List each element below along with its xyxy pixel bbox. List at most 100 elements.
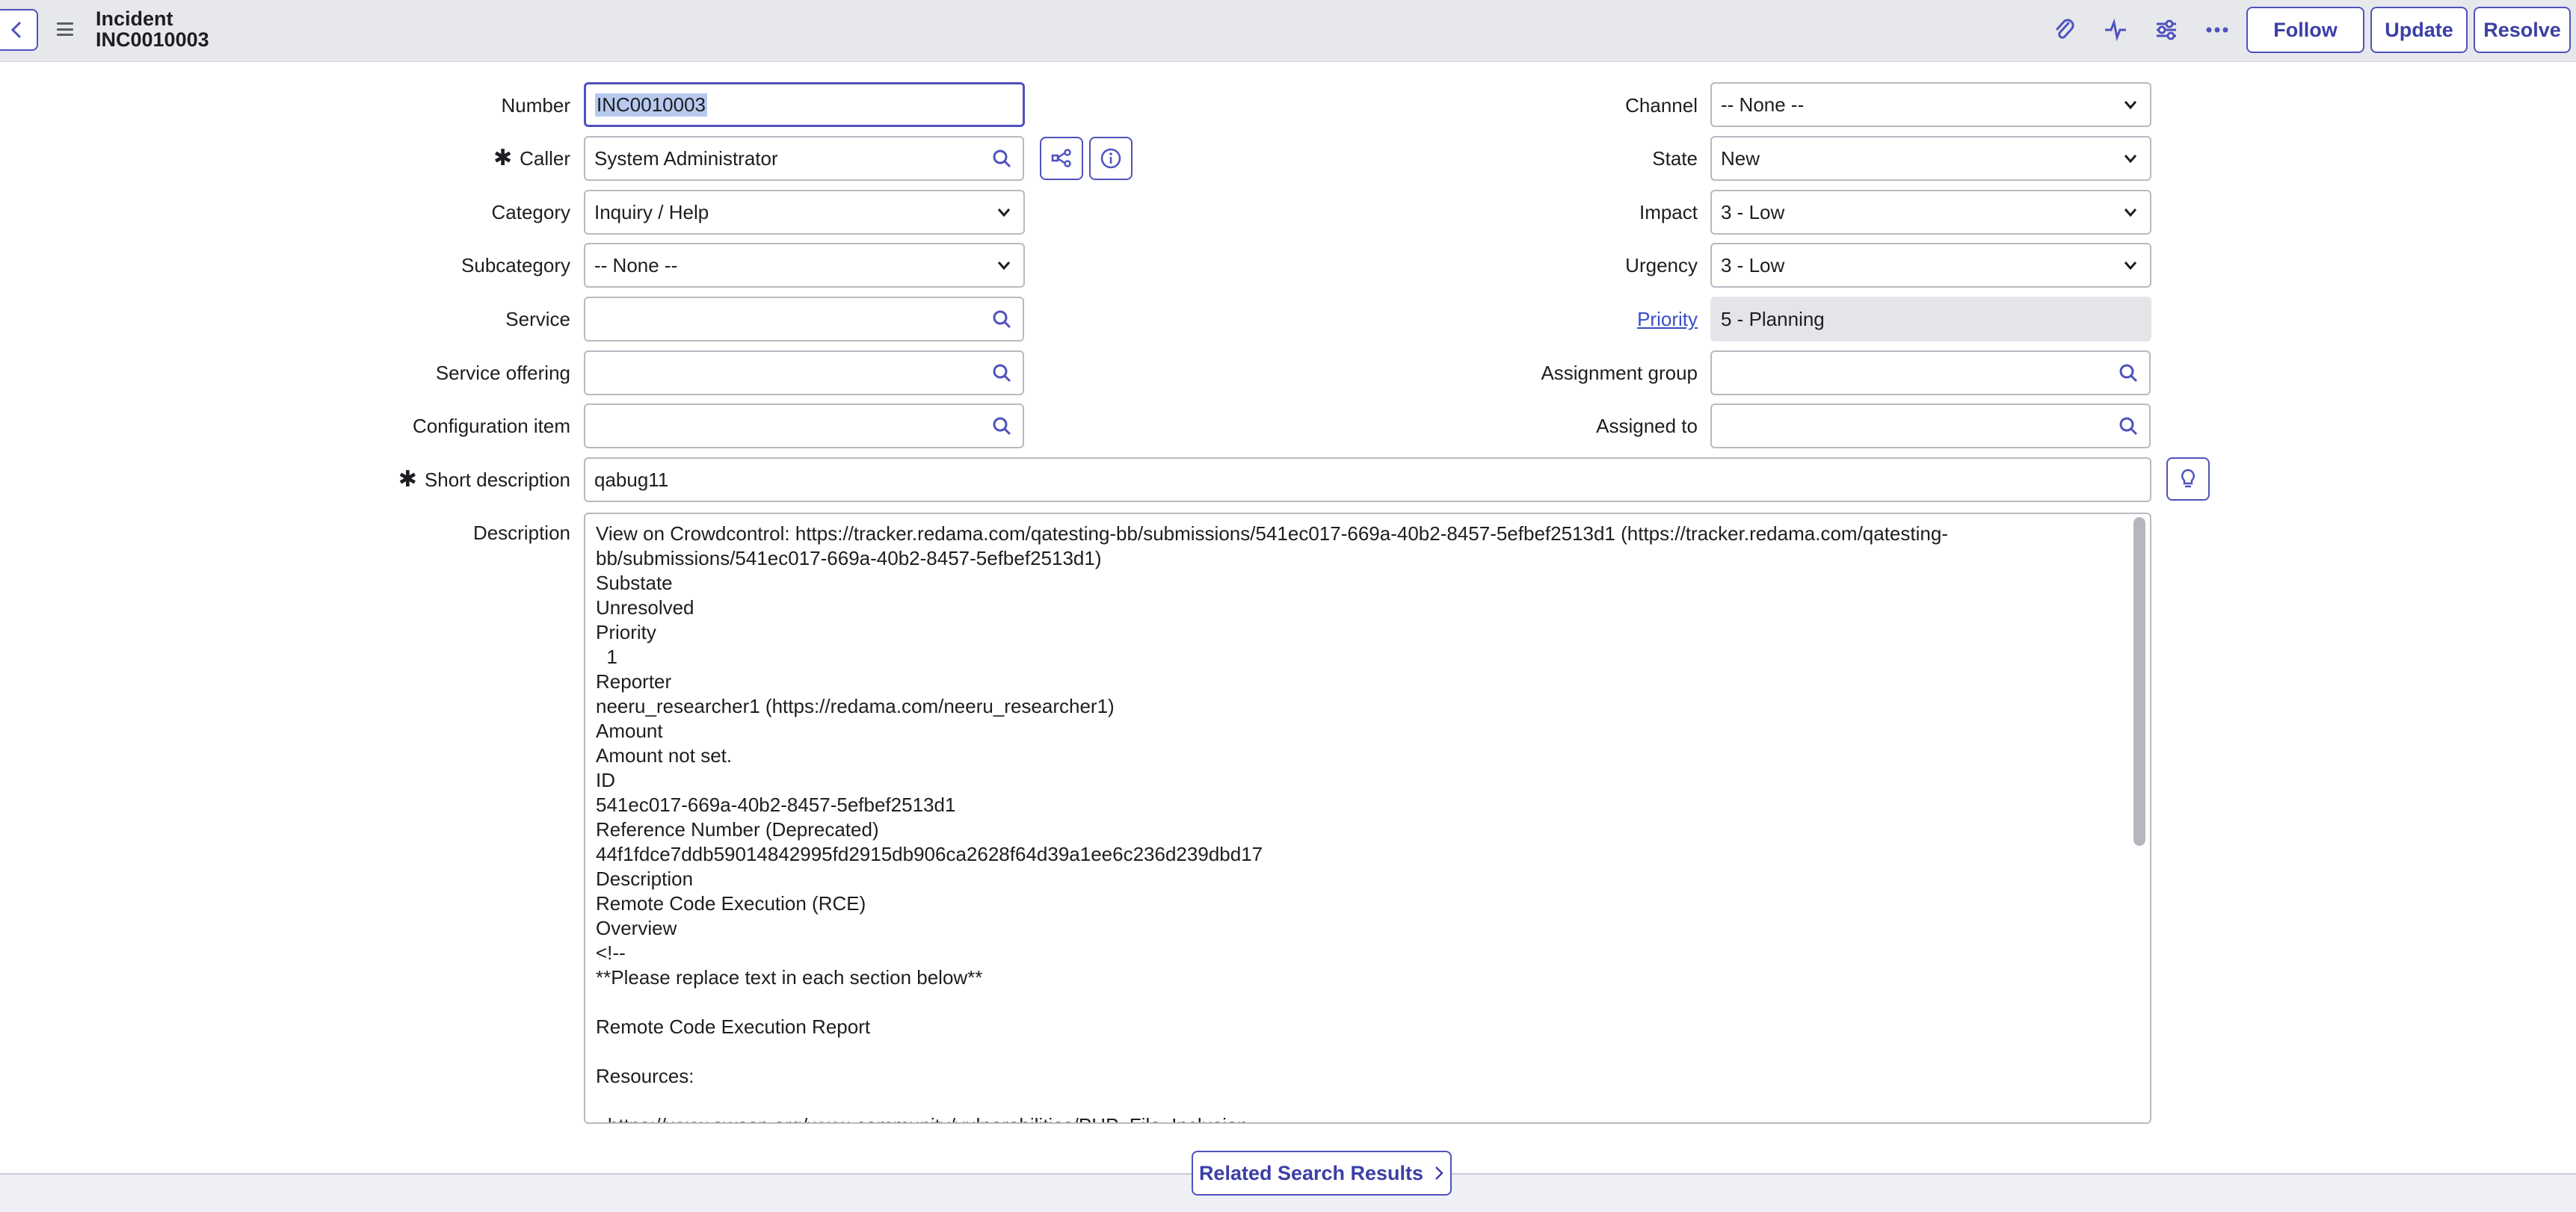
form-header: Incident INC0010003 Follow Update Resolv… xyxy=(0,0,2576,62)
chevron-down-icon xyxy=(2124,101,2137,110)
caller-label: ✱ Caller xyxy=(493,146,570,170)
impact-label: Impact xyxy=(1639,201,1698,223)
impact-select[interactable]: 3 - Low xyxy=(1710,190,2151,235)
assigned-to-lookup-button[interactable] xyxy=(2107,404,2151,448)
service-field[interactable] xyxy=(584,297,982,341)
description-line: bb/submissions/541ec017-669a-40b2-8457-5… xyxy=(596,547,1102,569)
impact-value: 3 - Low xyxy=(1721,200,1785,223)
required-mark-icon: ✱ xyxy=(493,146,513,170)
chevron-down-icon xyxy=(2124,155,2137,164)
description-line: Resources: xyxy=(596,1065,694,1087)
description-scrollbar[interactable] xyxy=(2133,517,2145,1121)
short-description-field[interactable]: qabug11 xyxy=(584,457,2151,502)
description-line: Overview xyxy=(596,917,677,939)
related-search-results-label: Related Search Results xyxy=(1198,1161,1424,1184)
assigned-to-label: Assigned to xyxy=(1596,415,1698,437)
suggestion-button[interactable] xyxy=(2166,457,2210,501)
caller-info-button[interactable] xyxy=(1089,137,1133,180)
description-line: 1 xyxy=(596,646,617,668)
description-label: Description xyxy=(472,522,570,544)
description-textarea[interactable]: View on Crowdcontrol: https://tracker.re… xyxy=(584,513,2151,1124)
activity-pulse-icon[interactable] xyxy=(2101,15,2130,45)
service-offering-field[interactable] xyxy=(584,350,982,395)
priority-link[interactable]: Priority xyxy=(1637,308,1698,330)
paperclip-icon[interactable] xyxy=(2050,15,2080,45)
state-value: New xyxy=(1721,146,1760,170)
more-ellipsis-icon[interactable] xyxy=(2202,15,2232,45)
configuration-item-label: Configuration item xyxy=(413,415,570,437)
chevron-left-icon xyxy=(10,21,21,39)
chevron-right-icon xyxy=(1435,1166,1443,1180)
description-line: 44f1fdce7ddb59014842995fd2915db906ca2628… xyxy=(596,843,1263,865)
assignment-group-field[interactable] xyxy=(1710,350,2109,395)
state-label: State xyxy=(1652,147,1698,170)
urgency-label: Urgency xyxy=(1625,254,1698,276)
scrollbar-thumb[interactable] xyxy=(2133,517,2145,846)
description-line: Remote Code Execution (RCE) xyxy=(596,892,866,915)
urgency-value: 3 - Low xyxy=(1721,253,1785,276)
description-line: Reporter xyxy=(596,670,672,693)
hamburger-menu-icon[interactable] xyxy=(57,22,73,36)
channel-value: -- None -- xyxy=(1721,93,1805,116)
record-number: INC0010003 xyxy=(96,28,209,51)
description-line: Substate xyxy=(596,572,673,594)
description-line: - https://www.owasp.org/www-community/vu… xyxy=(596,1113,2121,1122)
update-button[interactable]: Update xyxy=(2370,7,2468,53)
urgency-select[interactable]: 3 - Low xyxy=(1710,243,2151,288)
subcategory-select[interactable]: -- None -- xyxy=(584,243,1025,288)
search-icon xyxy=(993,417,1011,436)
search-icon xyxy=(2119,364,2138,383)
required-mark-icon: ✱ xyxy=(398,467,417,492)
description-line: ID xyxy=(596,769,615,791)
channel-select[interactable]: -- None -- xyxy=(1710,82,2151,127)
category-select[interactable]: Inquiry / Help xyxy=(584,190,1025,235)
assignment-group-lookup-button[interactable] xyxy=(2107,350,2151,395)
category-label: Category xyxy=(491,201,571,223)
assigned-to-field[interactable] xyxy=(1710,404,2109,448)
dependency-tree-icon xyxy=(1051,149,1071,167)
search-icon xyxy=(993,310,1011,329)
follow-button[interactable]: Follow xyxy=(2246,7,2364,53)
state-select[interactable]: New xyxy=(1710,136,2151,181)
description-line: Amount xyxy=(596,720,663,742)
configuration-item-field[interactable] xyxy=(584,404,982,448)
description-line: Remote Code Execution Report xyxy=(596,1015,871,1038)
description-text: View on Crowdcontrol: https://tracker.re… xyxy=(596,522,2121,1122)
description-line: neeru_researcher1 (https://redama.com/ne… xyxy=(596,695,1115,717)
description-line xyxy=(596,1089,2121,1113)
caller-dependency-button[interactable] xyxy=(1040,137,1083,180)
record-type: Incident xyxy=(96,7,173,30)
short-description-value: qabug11 xyxy=(594,468,669,491)
service-offering-label: Service offering xyxy=(435,362,570,384)
description-line: View on Crowdcontrol: https://tracker.re… xyxy=(596,522,1948,545)
service-offering-lookup-button[interactable] xyxy=(981,350,1024,395)
subcategory-value: -- None -- xyxy=(594,253,678,276)
resolve-button[interactable]: Resolve xyxy=(2474,7,2571,53)
related-search-results-button[interactable]: Related Search Results xyxy=(1192,1151,1452,1196)
back-button[interactable] xyxy=(0,9,38,51)
caller-value: System Administrator xyxy=(594,146,778,170)
description-line: Description xyxy=(596,868,694,890)
search-icon xyxy=(2119,417,2138,436)
service-label: Service xyxy=(505,308,570,330)
search-icon xyxy=(993,364,1011,383)
number-label: Number xyxy=(501,94,570,117)
description-line: Priority xyxy=(596,621,656,643)
description-line: Unresolved xyxy=(596,596,694,619)
caller-lookup-button[interactable] xyxy=(981,136,1024,181)
description-line: <!-- xyxy=(596,942,626,964)
description-line: Reference Number (Deprecated) xyxy=(596,818,879,841)
category-value: Inquiry / Help xyxy=(594,200,709,223)
settings-sliders-icon[interactable] xyxy=(2151,15,2181,45)
lightbulb-icon xyxy=(2181,469,2195,488)
chevron-down-icon xyxy=(2124,262,2137,270)
configuration-item-lookup-button[interactable] xyxy=(981,404,1024,448)
priority-value: 5 - Planning xyxy=(1721,307,1825,330)
chevron-down-icon xyxy=(997,262,1011,270)
description-line: Amount not set. xyxy=(596,744,733,767)
number-field[interactable]: INC0010003 xyxy=(584,82,1025,127)
description-line xyxy=(596,1039,2121,1064)
caller-field[interactable]: System Administrator xyxy=(584,136,982,181)
service-lookup-button[interactable] xyxy=(981,297,1024,341)
priority-field: 5 - Planning xyxy=(1710,297,2151,341)
